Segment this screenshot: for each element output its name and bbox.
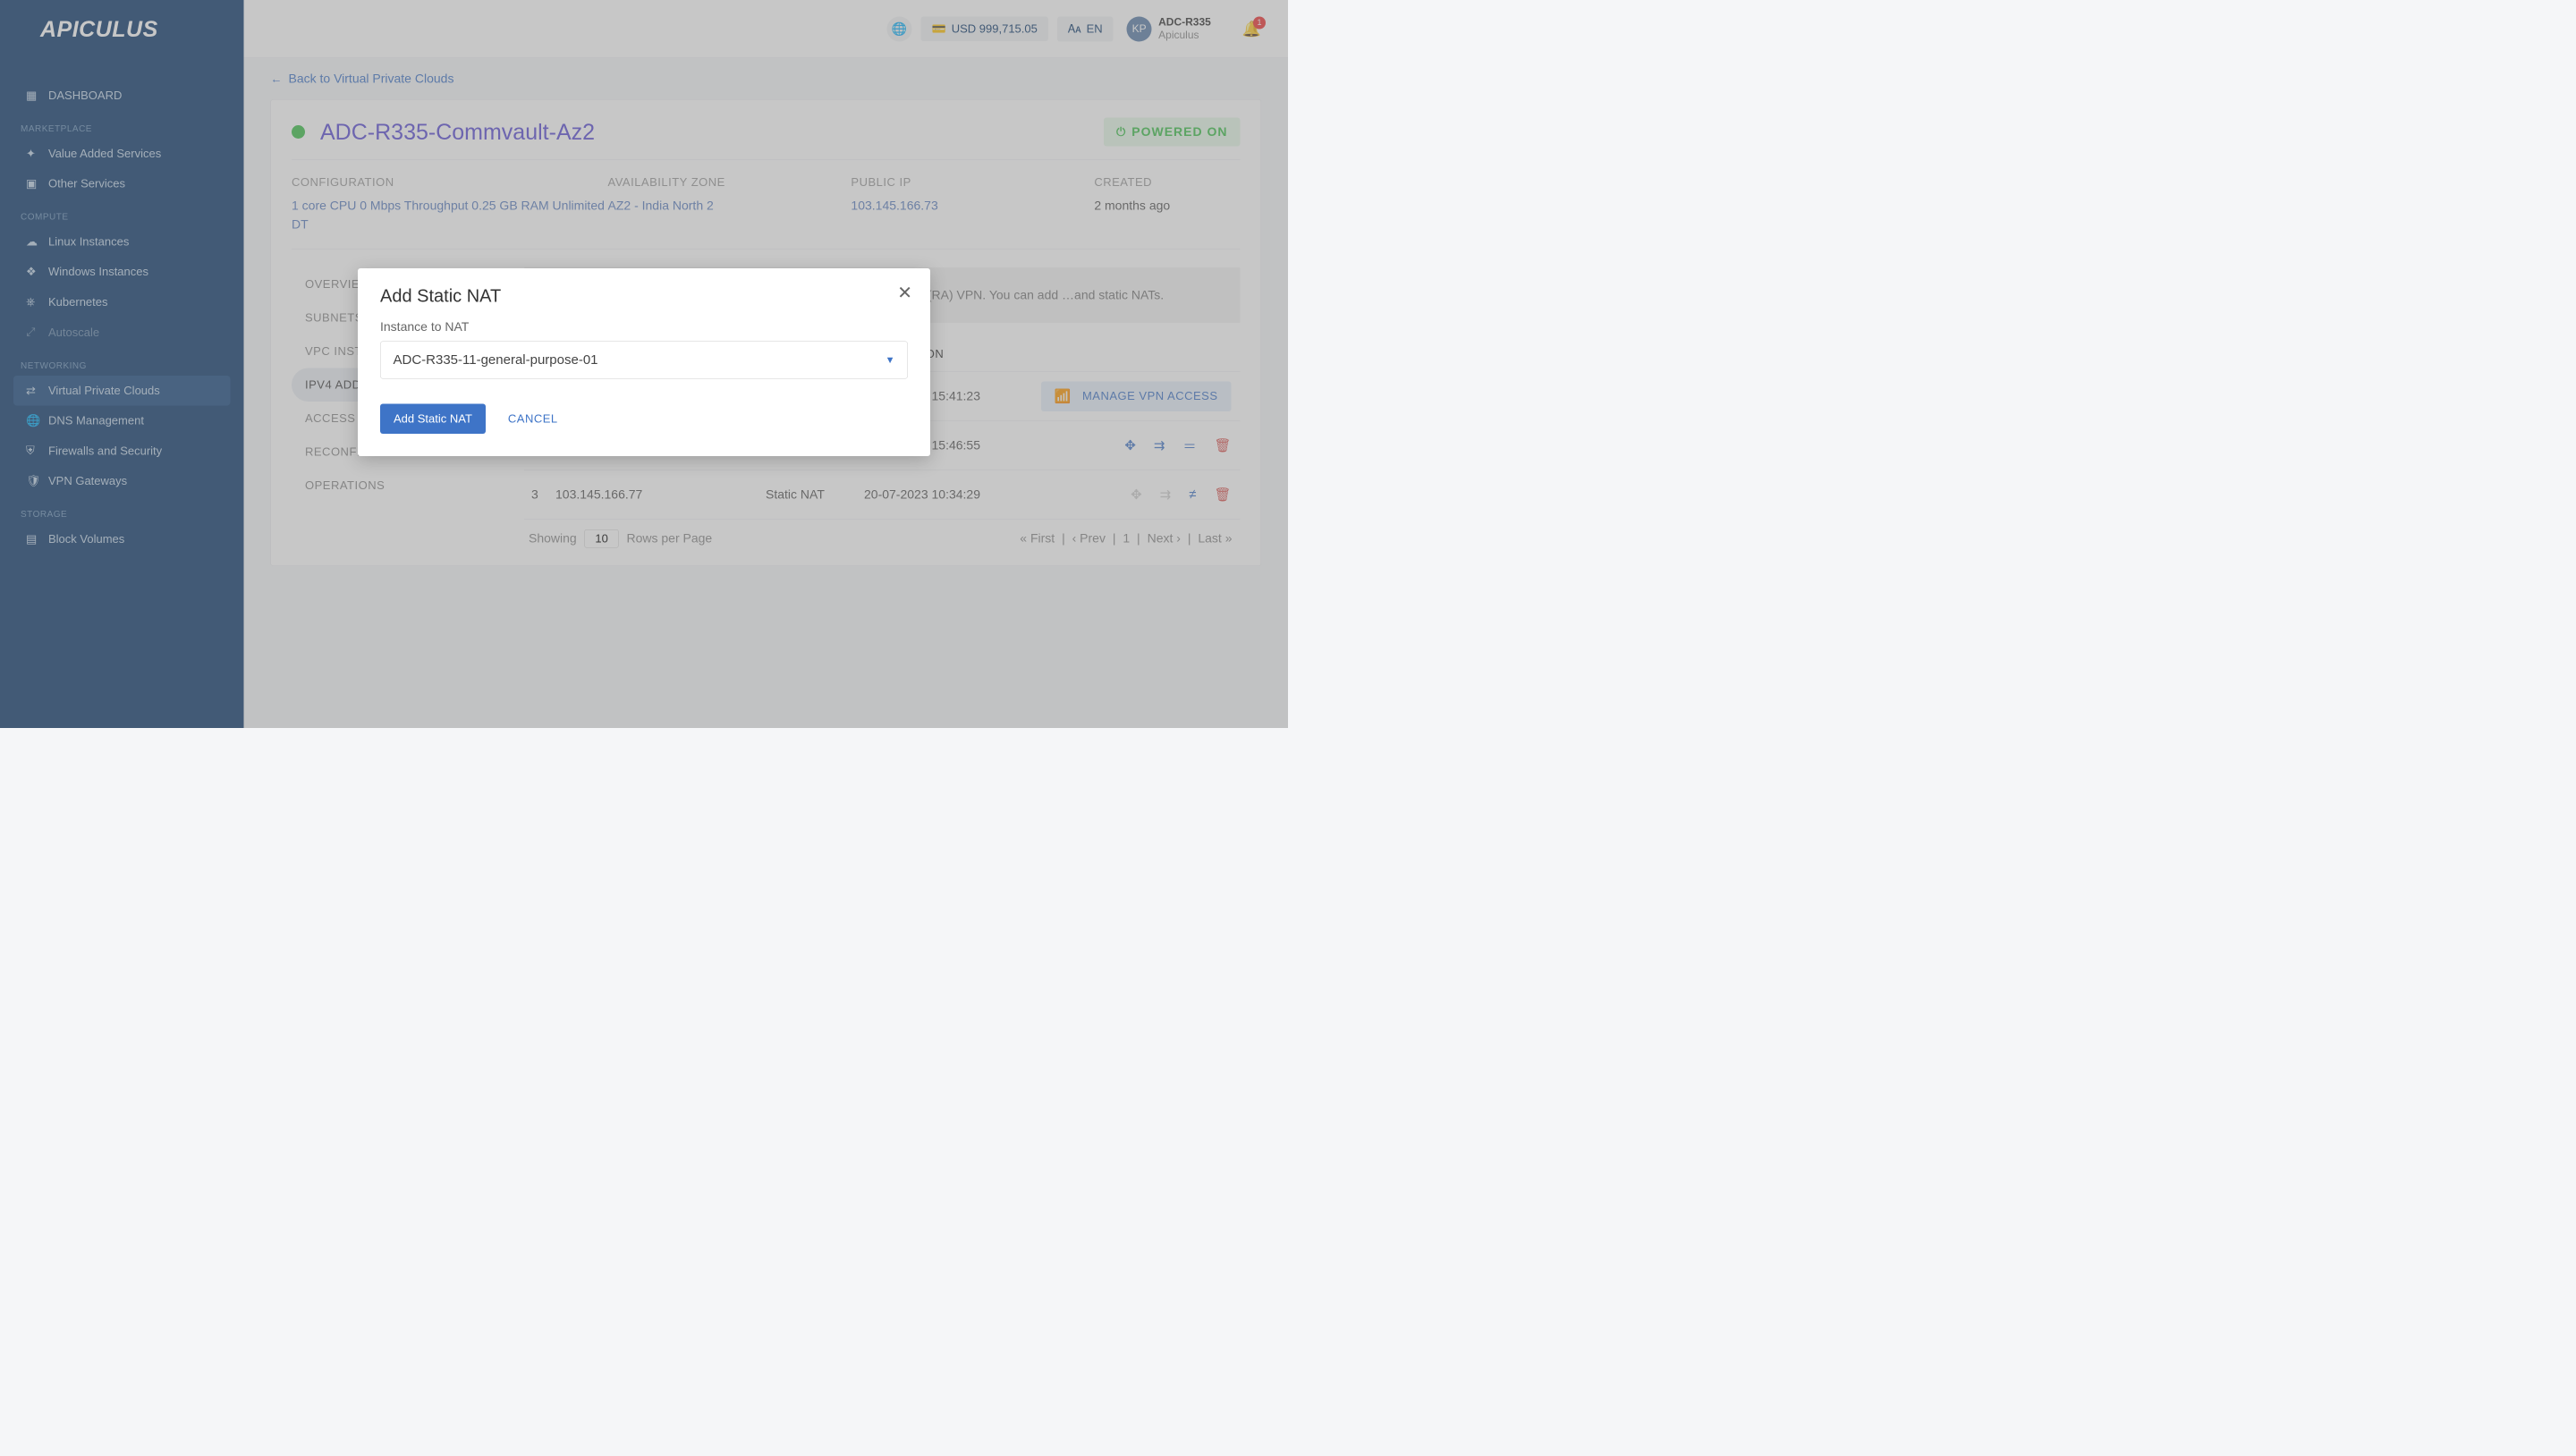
add-static-nat-button[interactable]: Add Static NAT [380, 404, 486, 435]
instance-label: Instance to NAT [380, 320, 908, 334]
instance-select[interactable]: ADC-R335-11-general-purpose-01 ▼ [380, 342, 908, 379]
chevron-down-icon: ▼ [886, 354, 895, 366]
modal-overlay: ✕ Add Static NAT Instance to NAT ADC-R33… [0, 0, 1288, 728]
selected-instance: ADC-R335-11-general-purpose-01 [394, 352, 598, 368]
modal-title: Add Static NAT [380, 286, 908, 307]
close-icon[interactable]: ✕ [897, 283, 912, 303]
cancel-button[interactable]: CANCEL [508, 412, 558, 427]
add-static-nat-modal: ✕ Add Static NAT Instance to NAT ADC-R33… [358, 268, 930, 456]
